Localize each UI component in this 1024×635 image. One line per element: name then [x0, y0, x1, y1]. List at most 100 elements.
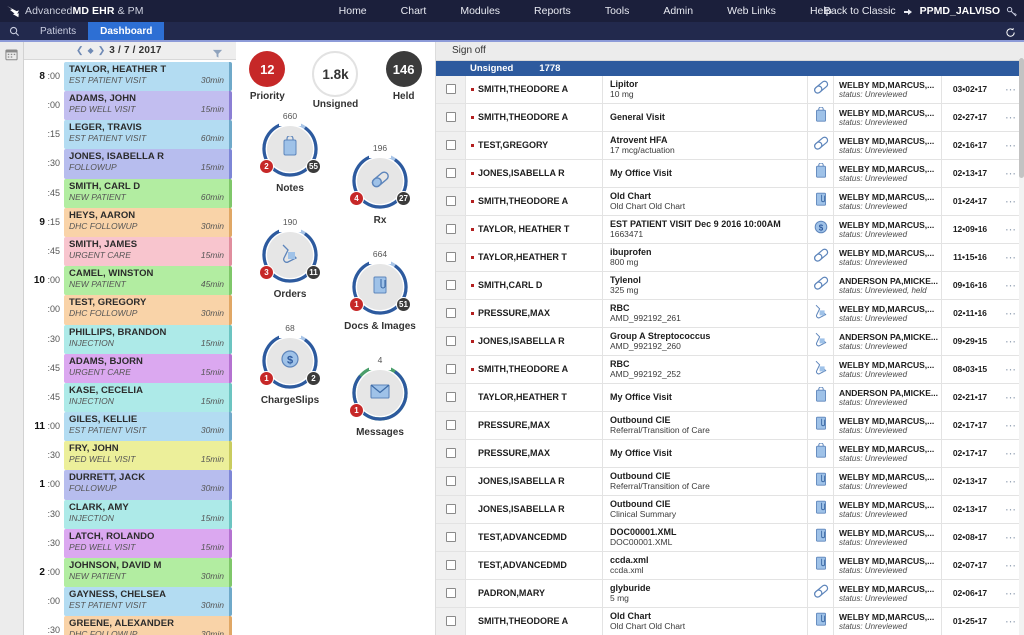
nav-modules[interactable]: Modules: [443, 5, 517, 17]
table-row[interactable]: TEST,GREGORY Atrovent HFA 17 mcg/actuation…: [436, 131, 1024, 160]
appointment-block[interactable]: JOHNSON, DAVID M NEW PATIENT 30min: [64, 558, 232, 588]
table-row[interactable]: JONES,ISABELLA R Group A Streptococcus AMD…: [436, 327, 1024, 356]
donut-held-badge[interactable]: 51: [396, 297, 411, 312]
key-icon[interactable]: [1006, 5, 1018, 17]
row-checkbox[interactable]: [445, 112, 456, 123]
table-row[interactable]: SMITH,THEODORE A RBC AMD_992192_252 WELBY M…: [436, 355, 1024, 384]
search-icon[interactable]: [0, 22, 28, 40]
back-arrow-icon[interactable]: [902, 5, 914, 17]
nav-web-links[interactable]: Web Links: [710, 5, 793, 17]
row-checkbox-cell[interactable]: [436, 103, 466, 131]
row-checkbox[interactable]: [445, 168, 456, 179]
nav-chart[interactable]: Chart: [384, 5, 444, 17]
table-row[interactable]: SMITH,CARL D Tylenol 325 mg ANDERSON PA,MIC…: [436, 271, 1024, 300]
nav-reports[interactable]: Reports: [517, 5, 588, 17]
row-checkbox-cell[interactable]: [436, 131, 466, 159]
donut-held-badge[interactable]: 27: [396, 191, 411, 206]
row-checkbox[interactable]: [445, 504, 456, 515]
table-row[interactable]: TAYLOR,HEATHER T ibuprofen 800 mg WELBY MD,…: [436, 243, 1024, 272]
row-checkbox-cell[interactable]: [436, 467, 466, 495]
row-checkbox[interactable]: [445, 224, 456, 235]
row-checkbox[interactable]: [445, 84, 456, 95]
row-checkbox[interactable]: [445, 392, 456, 403]
appointment-block[interactable]: CLARK, AMY INJECTION 15min: [64, 499, 232, 529]
donut-priority-badge[interactable]: 2: [259, 159, 274, 174]
donut-rx[interactable]: 196 4 27 Rx: [334, 143, 426, 226]
donut-priority-badge[interactable]: 4: [349, 191, 364, 206]
row-checkbox-cell[interactable]: [436, 75, 466, 103]
next-arrow-icon[interactable]: ❯: [98, 45, 106, 56]
appointment-block[interactable]: TAYLOR, HEATHER T EST PATIENT VISIT 30min: [64, 61, 232, 92]
appointment-block[interactable]: HEYS, AARON DHC FOLLOWUP 30min: [64, 207, 232, 237]
appointment-block[interactable]: DURRETT, JACK FOLLOWUP 30min: [64, 470, 232, 500]
table-row[interactable]: JONES,ISABELLA R My Office Visit WELBY MD,…: [436, 159, 1024, 188]
row-checkbox-cell[interactable]: [436, 215, 466, 243]
appointment-block[interactable]: SMITH, CARL D NEW PATIENT 60min: [64, 178, 232, 208]
table-row[interactable]: TEST,ADVANCEDMD ccda.xml ccda.xml WELBY MD,…: [436, 551, 1024, 580]
row-checkbox[interactable]: [445, 280, 456, 291]
calendar-icon[interactable]: [5, 48, 18, 66]
appointment-block[interactable]: GAYNESS, CHELSEA EST PATIENT VISIT 30min: [64, 587, 232, 617]
table-row[interactable]: JONES,ISABELLA R Outbound CIE Referral/Tra…: [436, 467, 1024, 496]
tab-patients[interactable]: Patients: [28, 22, 88, 40]
table-row[interactable]: PRESSURE,MAX My Office Visit WELBY MD,MARC…: [436, 439, 1024, 468]
row-checkbox[interactable]: [445, 336, 456, 347]
row-checkbox[interactable]: [445, 532, 456, 543]
donut-priority-badge[interactable]: 1: [349, 297, 364, 312]
appointment-slot-list[interactable]: 8 :00 TAYLOR, HEATHER T EST PATIENT VISIT 3…: [24, 60, 236, 635]
donut-priority-badge[interactable]: 3: [259, 265, 274, 280]
appointment-block[interactable]: TEST, GREGORY DHC FOLLOWUP 30min: [64, 295, 232, 325]
prev-arrow-icon[interactable]: ❮: [76, 45, 84, 56]
donut-held-badge[interactable]: 55: [306, 159, 321, 174]
donut-messages[interactable]: 4 1 Messages: [334, 355, 426, 438]
row-checkbox[interactable]: [445, 140, 456, 151]
row-checkbox[interactable]: [445, 476, 456, 487]
table-row[interactable]: JONES,ISABELLA R Outbound CIE Clinical Sum…: [436, 495, 1024, 524]
appointment-block[interactable]: ADAMS, JOHN PED WELL VISIT 15min: [64, 91, 232, 121]
refresh-icon[interactable]: [1005, 25, 1016, 43]
appointment-block[interactable]: LATCH, ROLANDO PED WELL VISIT 15min: [64, 528, 232, 559]
table-row[interactable]: SMITH,THEODORE A Old Chart Old Chart Old C…: [436, 607, 1024, 635]
kpi-unsigned[interactable]: 1.8k Unsigned: [299, 51, 373, 110]
tab-dashboard[interactable]: Dashboard: [88, 22, 165, 40]
row-checkbox-cell[interactable]: [436, 495, 466, 523]
row-checkbox-cell[interactable]: [436, 523, 466, 551]
today-dot-icon[interactable]: ◆: [88, 46, 94, 55]
appointment-block[interactable]: CAMEL, WINSTON NEW PATIENT 45min: [64, 266, 232, 296]
appointment-block[interactable]: PHILLIPS, BRANDON INJECTION 15min: [64, 324, 232, 354]
nav-home[interactable]: Home: [322, 5, 384, 17]
row-checkbox[interactable]: [445, 560, 456, 571]
row-checkbox-cell[interactable]: [436, 187, 466, 215]
row-checkbox[interactable]: [445, 252, 456, 263]
row-checkbox[interactable]: [445, 616, 456, 627]
row-checkbox-cell[interactable]: [436, 439, 466, 467]
row-checkbox-cell[interactable]: [436, 383, 466, 411]
row-checkbox-cell[interactable]: [436, 271, 466, 299]
row-checkbox[interactable]: [445, 588, 456, 599]
donut-orders[interactable]: 190 3 11 Orders: [244, 217, 336, 300]
row-checkbox-cell[interactable]: [436, 299, 466, 327]
scrollbar-thumb[interactable]: [1019, 58, 1024, 178]
donut-docs-images[interactable]: 664 1 51 Docs & Images: [334, 249, 426, 332]
donut-held-badge[interactable]: 2: [306, 371, 321, 386]
appointment-block[interactable]: FRY, JOHN PED WELL VISIT 15min: [64, 441, 232, 471]
row-checkbox-cell[interactable]: [436, 355, 466, 383]
table-row[interactable]: SMITH,THEODORE A Lipitor 10 mg WELBY MD,MAR…: [436, 75, 1024, 104]
current-date[interactable]: 3 / 7 / 2017: [109, 45, 161, 56]
appointment-block[interactable]: JONES, ISABELLA R FOLLOWUP 15min: [64, 149, 232, 179]
nav-tools[interactable]: Tools: [588, 5, 647, 17]
table-row[interactable]: PRESSURE,MAX RBC AMD_992192_261 WELBY MD,MA…: [436, 299, 1024, 328]
table-row[interactable]: TAYLOR,HEATHER T My Office Visit ANDERSON …: [436, 383, 1024, 412]
vertical-scrollbar[interactable]: [1019, 58, 1024, 635]
donut-held-badge[interactable]: 11: [306, 265, 321, 280]
header-unsigned-label[interactable]: Unsigned: [470, 63, 513, 74]
back-to-classic-link[interactable]: Back to Classic: [824, 5, 896, 17]
table-row[interactable]: PADRON,MARY glyburide 5 mg WELBY MD,MARCUS,…: [436, 579, 1024, 608]
table-row[interactable]: TEST,ADVANCEDMD DOC00001.XML DOC00001.XML W…: [436, 523, 1024, 552]
nav-admin[interactable]: Admin: [646, 5, 710, 17]
kpi-held[interactable]: 146 Held: [372, 51, 435, 102]
table-row[interactable]: SMITH,THEODORE A General Visit WELBY MD,MA…: [436, 103, 1024, 132]
row-checkbox[interactable]: [445, 420, 456, 431]
row-checkbox-cell[interactable]: [436, 579, 466, 607]
current-user[interactable]: PPMD_JALVISO: [920, 5, 1000, 17]
